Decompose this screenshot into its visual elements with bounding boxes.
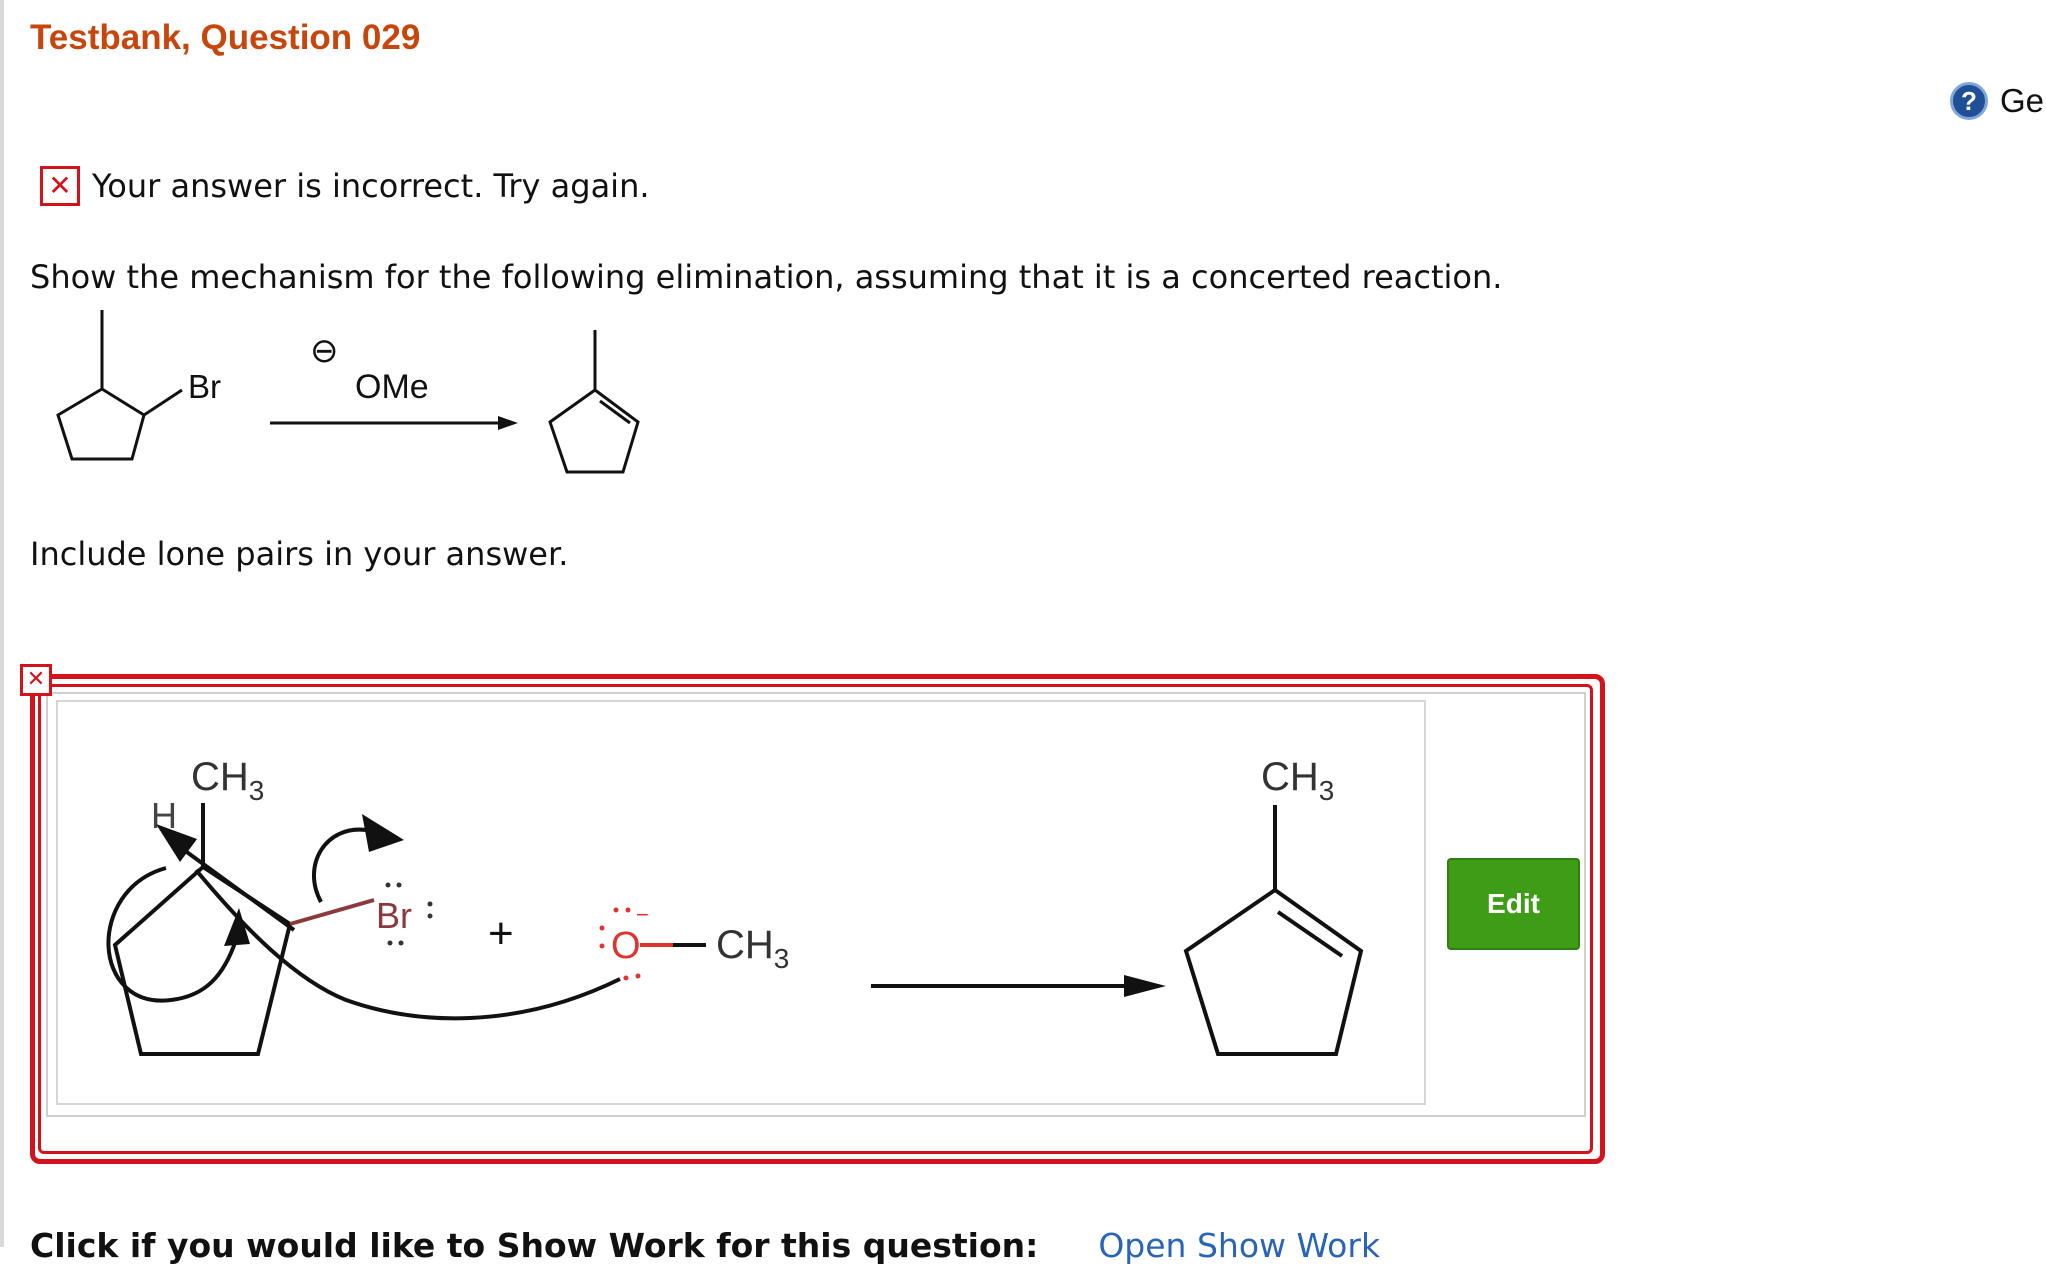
edit-button[interactable]: Edit (1447, 858, 1580, 950)
incorrect-icon: ✕ (40, 166, 80, 206)
page-title: Testbank, Question 029 (30, 18, 421, 57)
show-work-prompt: Click if you would like to Show Work for… (30, 1226, 1380, 1265)
answer-incorrect-icon: ✕ (20, 664, 52, 696)
answer-reaction-arrow (871, 975, 1166, 997)
oxygen-label: O (611, 925, 641, 967)
reaction-arrow (270, 416, 518, 430)
curved-arrow-4 (311, 827, 367, 903)
feedback-message: Your answer is incorrect. Try again. (92, 167, 650, 205)
reagent-charge: ⊖ (310, 332, 339, 370)
open-show-work-link[interactable]: Open Show Work (1098, 1226, 1380, 1265)
reagent-label: OMe (355, 368, 429, 406)
question-prompt: Show the mechanism for the following eli… (30, 258, 1503, 296)
reaction-scheme: Br ⊖ OMe (56, 310, 640, 474)
help-link-text[interactable]: Ge (2000, 82, 2044, 120)
curved-arrow-4-head (362, 814, 404, 852)
reactant-structure (56, 310, 183, 461)
curved-arrow-3 (194, 868, 621, 1021)
help-icon[interactable]: ? (1950, 82, 1988, 120)
methyl-label-right: CH3 (1261, 755, 1334, 806)
leaving-group-label: Br (188, 368, 221, 405)
instruction-text: Include lone pairs in your answer. (30, 535, 569, 573)
methoxy-methyl-label: CH3 (716, 923, 789, 974)
feedback-banner: ✕ Your answer is incorrect. Try again. (40, 166, 650, 206)
methyl-label-left: CH3 (191, 755, 264, 806)
product-structure (548, 330, 640, 474)
left-border (0, 0, 4, 1247)
mechanism-drawing[interactable]: H CH3 Br + O − CH3 CH3 (56, 700, 1426, 1105)
bromine-label: Br (376, 895, 412, 936)
plus-sign: + (488, 909, 514, 958)
help-link[interactable]: ? Ge (1950, 82, 2044, 120)
oxygen-charge: − (636, 902, 649, 927)
product-ring (1183, 805, 1364, 1056)
show-work-text: Click if you would like to Show Work for… (30, 1226, 1039, 1265)
